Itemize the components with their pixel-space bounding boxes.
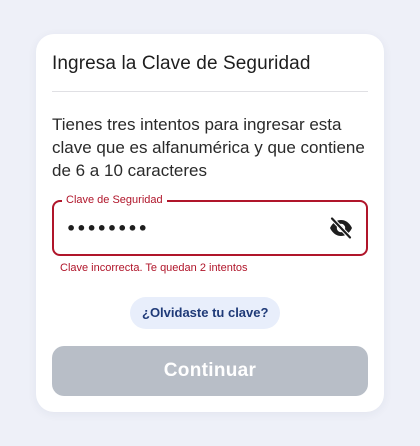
title-divider bbox=[52, 91, 368, 92]
continue-button[interactable]: Continuar bbox=[52, 346, 368, 396]
security-key-input[interactable] bbox=[66, 210, 316, 246]
eye-slash-icon[interactable] bbox=[328, 216, 354, 240]
error-message: Clave incorrecta. Te quedan 2 intentos bbox=[60, 262, 248, 274]
security-key-field[interactable]: Clave de Seguridad bbox=[52, 193, 368, 256]
security-key-dialog: Ingresa la Clave de Seguridad Tienes tre… bbox=[36, 34, 384, 412]
dialog-title: Ingresa la Clave de Seguridad bbox=[52, 53, 311, 74]
dialog-description: Tienes tres intentos para ingresar esta … bbox=[52, 115, 365, 180]
forgot-key-button[interactable]: ¿Olvidaste tu clave? bbox=[130, 297, 281, 329]
security-key-label: Clave de Seguridad bbox=[62, 193, 167, 207]
